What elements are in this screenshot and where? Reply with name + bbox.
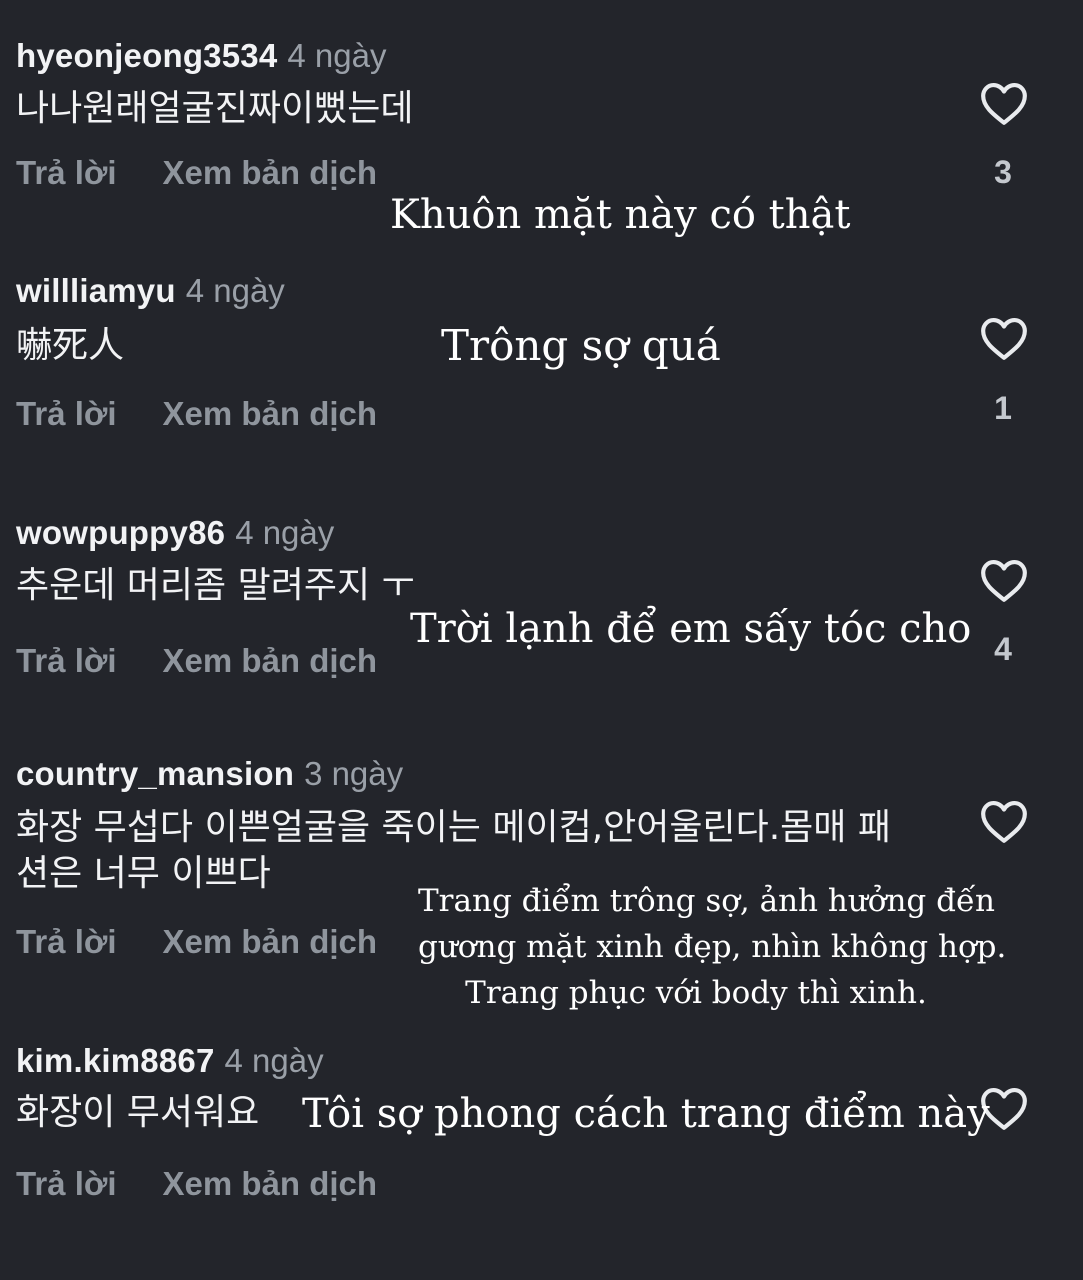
reply-button[interactable]: Trả lời [16,154,117,191]
comment-header: wowpuppy86 4 ngày [16,513,334,553]
reply-button[interactable]: Trả lời [16,395,117,432]
comment-actions: Trả lời Xem bản dịch [16,641,377,681]
comment-time: 4 ngày [235,514,335,551]
comment-username[interactable]: willliamyu [16,272,176,309]
translation-overlay: Trời lạnh để em sấy tóc cho [410,606,972,652]
see-translation-button[interactable]: Xem bản dịch [163,1165,378,1202]
heart-outline-icon [981,560,1027,602]
reply-button[interactable]: Trả lời [16,923,117,960]
comment-header: kim.kim8867 4 ngày [16,1041,324,1081]
comment-username[interactable]: country_mansion [16,755,294,792]
comment-username[interactable]: kim.kim8867 [16,1042,215,1079]
reply-button[interactable]: Trả lời [16,1165,117,1202]
comment-username[interactable]: wowpuppy86 [16,514,225,551]
comment-actions: Trả lời Xem bản dịch [16,1164,377,1204]
translation-overlay: Tôi sợ phong cách trang điểm này [302,1091,990,1137]
like-count: 4 [994,631,1012,667]
comment-header: country_mansion 3 ngày [16,754,403,794]
like-count: 3 [994,154,1012,190]
comment-text: 화장이 무서워요 [16,1092,260,1133]
like-button[interactable] [974,798,1034,844]
like-button[interactable] [974,80,1034,126]
translation-line: Trang phục với body thì xinh. [465,975,927,1011]
see-translation-button[interactable]: Xem bản dịch [163,154,378,191]
heart-outline-icon [981,801,1027,843]
translation-line: gương mặt xinh đẹp, nhìn không hợp. [418,929,1007,965]
comment-time: 4 ngày [185,272,285,309]
see-translation-button[interactable]: Xem bản dịch [163,395,378,432]
like-button[interactable] [974,315,1034,361]
comment-time: 3 ngày [304,755,404,792]
comment-actions: Trả lời Xem bản dịch [16,394,377,434]
comment-text: 추운데 머리좀 말려주지 ㅜ [16,565,415,606]
comment-text: 嚇死人 [16,325,125,366]
comment-actions: Trả lời Xem bản dịch [16,922,377,962]
heart-outline-icon [981,83,1027,125]
see-translation-button[interactable]: Xem bản dịch [163,923,378,960]
see-translation-button[interactable]: Xem bản dịch [163,642,378,679]
comment-time: 4 ngày [224,1042,324,1079]
comment-actions: Trả lời Xem bản dịch [16,153,377,193]
comment-header: willliamyu 4 ngày [16,271,285,311]
comment-username[interactable]: hyeonjeong3534 [16,37,277,74]
comment-header: hyeonjeong3534 4 ngày [16,36,386,76]
translation-overlay: Trông sợ quá [441,321,721,370]
translation-overlay: Trang điểm trông sợ, ảnh hưởng đến gương… [418,878,1007,1016]
translation-overlay: Khuôn mặt này có thật [390,192,851,238]
like-count: 1 [994,390,1012,426]
comment-text-line: 화장 무섭다 이쁜얼굴을 죽이는 메이컵,안어울린다.몸매 패 [16,807,891,848]
like-button[interactable] [974,557,1034,603]
comment-time: 4 ngày [287,37,387,74]
reply-button[interactable]: Trả lời [16,642,117,679]
heart-outline-icon [981,318,1027,360]
translation-line: Trang điểm trông sợ, ảnh hưởng đến [418,883,996,919]
comment-text: 나나원래얼굴진짜이뻤는데 [16,88,414,129]
